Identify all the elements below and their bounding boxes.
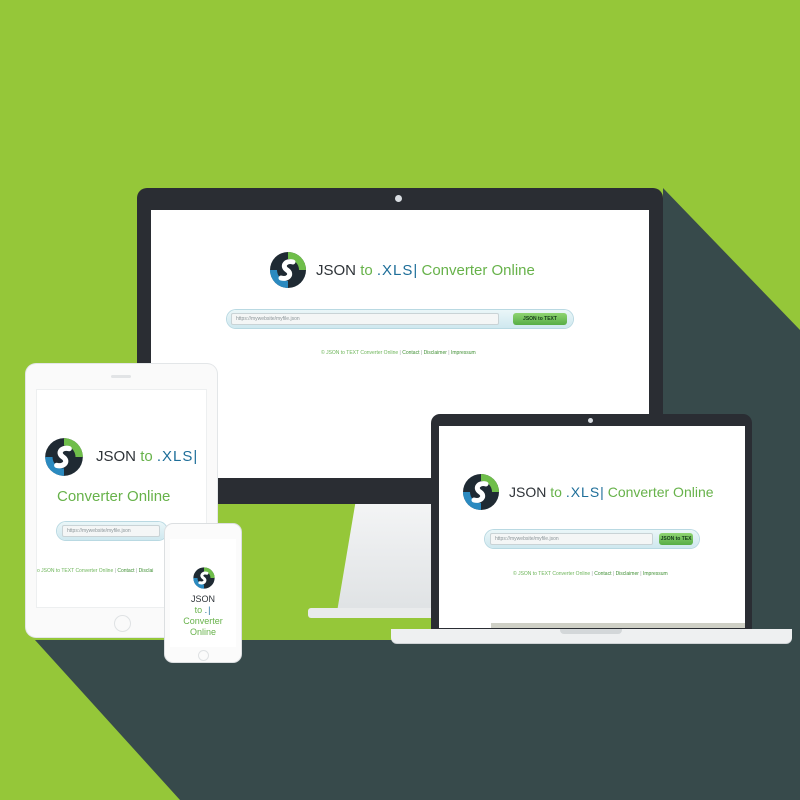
footer-disclaimer-link[interactable]: Disclaimer [424, 350, 447, 356]
footer-contact-link[interactable]: Contact [402, 350, 419, 356]
convert-button[interactable]: JSON to TEXT [513, 313, 567, 325]
title-ext: .XLS [565, 484, 601, 500]
footer-separator: | [114, 568, 116, 574]
footer-impressum-link[interactable]: Impressum [451, 350, 476, 356]
sync-logo-icon [270, 252, 306, 288]
title-to: to [140, 448, 153, 465]
footer-separator: | [420, 350, 423, 356]
monitor-camera [395, 195, 402, 202]
title-ext: .| [204, 605, 212, 615]
footer-copyright: © JSON to TEXT Converter Online [321, 350, 399, 356]
url-form: https://mywebsite/myfile.json [57, 522, 167, 540]
phone-screen: JSON to .| Converter Online [170, 539, 236, 647]
title-bar: | [193, 448, 198, 465]
footer: © JSON to TEXT Converter Online | Contac… [513, 571, 668, 577]
title-json: JSON [509, 484, 547, 500]
title-converter: Converter Online [183, 616, 223, 637]
title-ext: .XLS [376, 262, 414, 279]
footer-separator: | [399, 350, 401, 356]
footer-contact-link[interactable]: Contact [117, 568, 134, 574]
url-form: https://mywebsite/myfile.json JSON to TE… [485, 530, 699, 548]
tablet-home-button [114, 615, 131, 632]
footer-copyright: © JSON to TEXT Converter Online [513, 571, 591, 577]
phone-home-button [198, 650, 209, 661]
footer-separator: | [640, 571, 642, 577]
footer-separator: | [135, 568, 138, 574]
laptop-screen: JSON to .XLS| Converter Online https://m… [439, 426, 745, 628]
site-title: JSON to .XLS| Converter Online [509, 484, 714, 500]
site-title-line1: JSON to .XLS| [96, 448, 197, 465]
url-input[interactable]: https://mywebsite/myfile.json [490, 533, 653, 545]
tablet-camera [111, 375, 131, 378]
laptop: JSON to .XLS| Converter Online https://m… [431, 414, 752, 630]
title-bar: | [600, 484, 604, 500]
url-input[interactable]: https://mywebsite/myfile.json [62, 525, 160, 537]
footer: © JSON to TEXT Converter Online | Contac… [321, 350, 476, 356]
title-bar: | [413, 262, 418, 279]
url-form: https://mywebsite/myfile.json JSON to TE… [227, 310, 573, 328]
footer-disclaimer-link[interactable]: Disclaimer [616, 571, 639, 577]
footer-separator: | [448, 350, 450, 356]
footer-separator: | [612, 571, 615, 577]
title-json: JSON [96, 448, 137, 465]
laptop-notch [560, 629, 622, 634]
title-json: JSON [190, 594, 215, 604]
footer-copyright: o JSON to TEXT Converter Online [37, 568, 114, 574]
footer-disclaimer-link[interactable]: Disclai [139, 568, 154, 574]
title-converter: Converter Online [421, 262, 535, 279]
laptop-screen-bottom-bar [491, 623, 745, 628]
title-ext: .XLS [156, 448, 194, 465]
phone: JSON to .| Converter Online [165, 524, 241, 662]
url-input[interactable]: https://mywebsite/myfile.json [231, 313, 499, 325]
laptop-camera [588, 418, 593, 423]
footer-impressum-link[interactable]: Impressum [643, 571, 668, 577]
title-json: JSON [316, 262, 357, 279]
title-to: to [550, 484, 562, 500]
convert-button[interactable]: JSON to TEX [659, 533, 693, 545]
sync-logo-icon [193, 567, 215, 589]
title-to: to [194, 605, 203, 615]
title-converter: Converter Online [607, 484, 714, 500]
title-to: to [360, 262, 373, 279]
sync-logo-icon [463, 474, 499, 510]
title-converter: Converter Online [57, 488, 171, 505]
footer-separator: | [591, 571, 593, 577]
site-title: JSON to .XLS| Converter Online [316, 262, 535, 279]
footer: o JSON to TEXT Converter Online | Contac… [37, 568, 153, 574]
title-to-line: to .| [170, 605, 236, 615]
sync-logo-icon [45, 438, 83, 476]
footer-contact-link[interactable]: Contact [594, 571, 611, 577]
